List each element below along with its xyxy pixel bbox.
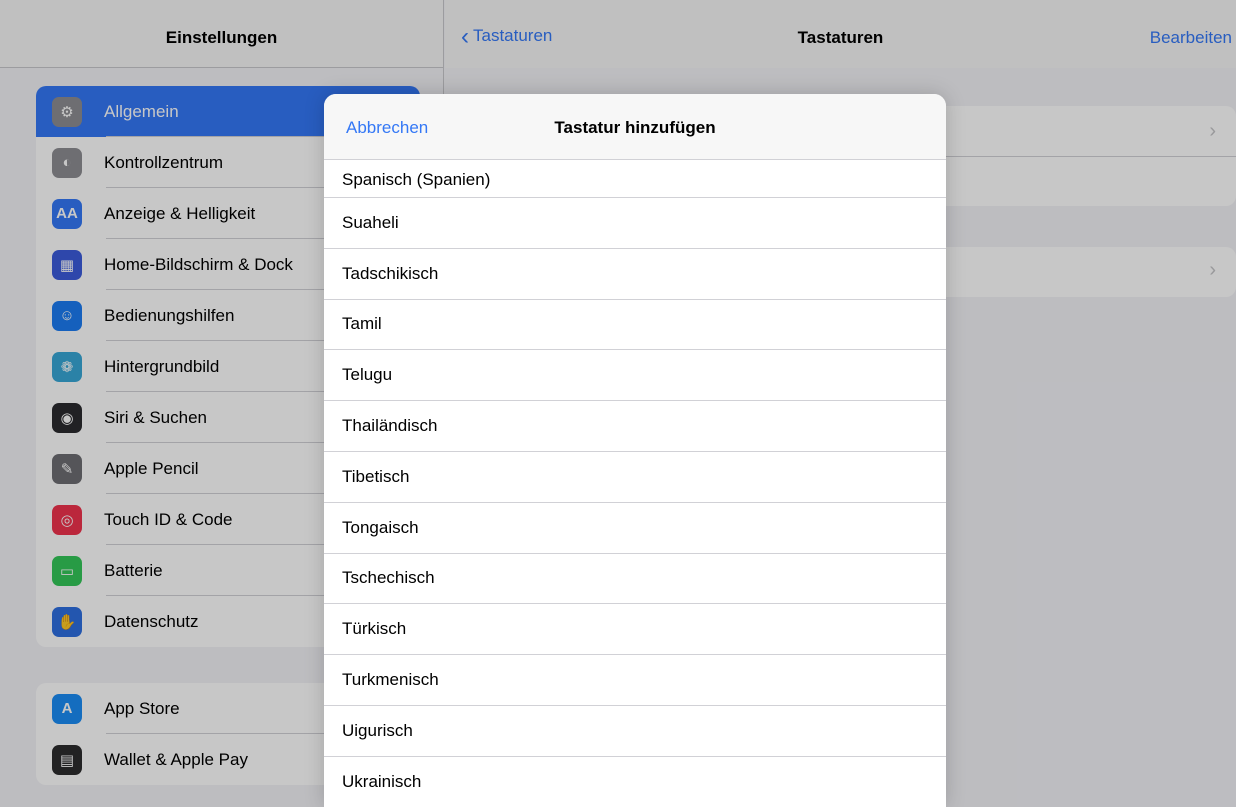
- ipad-screen: Einstellungen ⚙ Allgemein ◐ Kontrollzentrum…: [0, 0, 1236, 807]
- language-row[interactable]: Spanisch (Spanien): [324, 160, 946, 198]
- language-list: Spanisch (Spanien) Suaheli Tadschikisch Tam…: [324, 160, 946, 807]
- language-row[interactable]: Tamil: [324, 300, 946, 351]
- language-row[interactable]: Tongaisch: [324, 503, 946, 554]
- language-row[interactable]: Telugu: [324, 350, 946, 402]
- language-row[interactable]: Ukrainisch: [324, 757, 946, 807]
- language-row[interactable]: Suaheli: [324, 198, 946, 249]
- language-row[interactable]: Turkmenisch: [324, 655, 946, 706]
- language-row[interactable]: Türkisch: [324, 604, 946, 656]
- add-keyboard-sheet: Abbrechen Tastatur hinzufügen Spanisch (…: [324, 94, 946, 807]
- language-row[interactable]: Thailändisch: [324, 401, 946, 452]
- sheet-navbar: Abbrechen Tastatur hinzufügen: [324, 94, 946, 160]
- language-row[interactable]: Tadschikisch: [324, 249, 946, 300]
- language-row[interactable]: Tibetisch: [324, 452, 946, 503]
- sheet-title: Tastatur hinzufügen: [554, 118, 716, 137]
- language-row[interactable]: Tschechisch: [324, 554, 946, 605]
- language-row[interactable]: Uigurisch: [324, 706, 946, 757]
